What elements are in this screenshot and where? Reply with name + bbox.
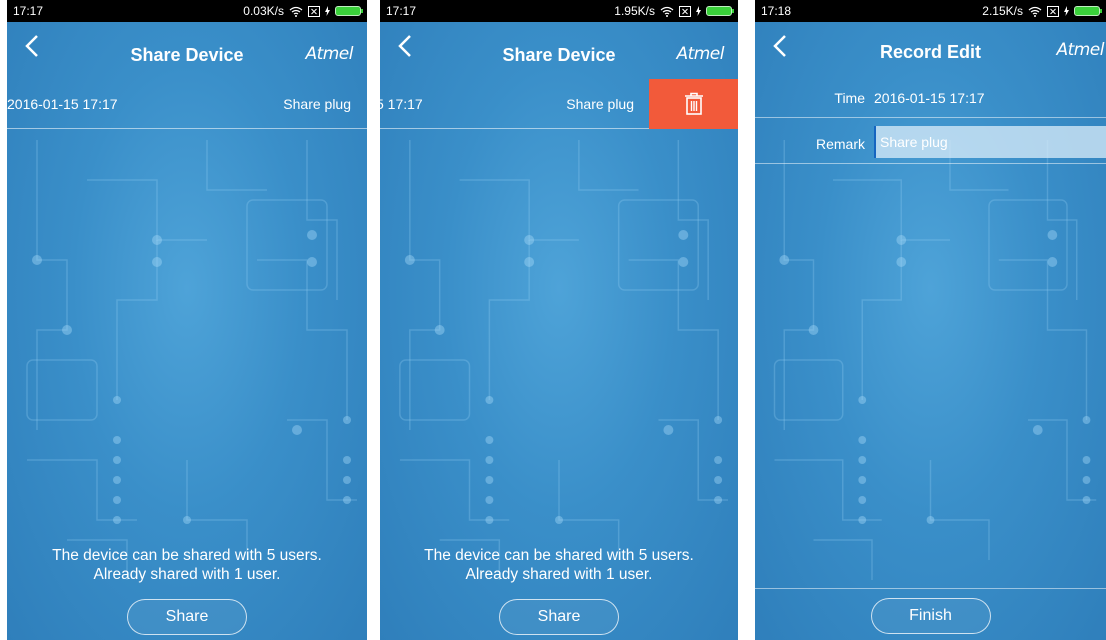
delete-button[interactable] [649, 79, 738, 129]
share-device-screen: 17:17 0.03K/s Share Device Atmel 2016-01… [7, 0, 367, 640]
network-speed: 2.15K/s [982, 4, 1023, 18]
navigation-bar: Record Edit Atmel [755, 22, 1106, 70]
remark-input[interactable] [874, 126, 1106, 158]
battery-icon [706, 6, 734, 16]
atmel-logo: Atmel [305, 44, 353, 64]
share-device-swipe-screen: 17:17 1.95K/s Share Device Atmel 5 17:17… [380, 0, 738, 640]
atmel-logo: Atmel [676, 44, 724, 64]
share-record-row[interactable]: 5 17:17 Share plug [380, 79, 738, 129]
share-button[interactable]: Share [499, 599, 619, 635]
share-button[interactable]: Share [127, 599, 247, 635]
status-time: 17:18 [761, 4, 792, 18]
shared-count-text: Already shared with 1 user. [93, 566, 281, 583]
share-record-row[interactable]: 2016-01-15 17:17 Share plug [7, 79, 367, 129]
navigation-bar: Share Device Atmel [380, 22, 738, 70]
trash-icon [684, 92, 703, 115]
share-info: The device can be shared with 5 users. A… [380, 546, 738, 584]
page-title: Record Edit [879, 42, 981, 62]
finish-button[interactable]: Finish [870, 598, 991, 634]
share-limit-text: The device can be shared with 5 users. [52, 547, 322, 564]
charging-icon [696, 6, 701, 16]
status-bar: 17:17 1.95K/s [380, 0, 738, 22]
share-info: The device can be shared with 5 users. A… [7, 546, 367, 584]
status-bar: 17:17 0.03K/s [7, 0, 367, 22]
wifi-icon [660, 6, 674, 17]
sim-icon [1047, 5, 1059, 17]
sim-icon [679, 5, 691, 17]
battery-icon [335, 6, 363, 16]
record-remark: Share plug [566, 96, 634, 112]
record-remark: Share plug [283, 96, 351, 112]
status-bar: 17:18 2.15K/s [755, 0, 1106, 22]
charging-icon [1064, 6, 1069, 16]
status-time: 17:17 [13, 4, 44, 18]
record-time: 5 17:17 [380, 96, 423, 112]
atmel-logo: Atmel [1056, 40, 1104, 60]
time-label: Time [834, 90, 865, 106]
sim-icon [308, 5, 320, 17]
remark-label: Remark [815, 136, 865, 152]
time-row: Time 2016-01-15 17:17 [755, 78, 1106, 118]
record-edit-screen: 17:18 2.15K/s Record Edit Atmel Time 201… [755, 0, 1106, 640]
battery-icon [1074, 6, 1102, 16]
divider [755, 588, 1106, 589]
network-speed: 0.03K/s [243, 4, 284, 18]
status-time: 17:17 [386, 4, 417, 18]
navigation-bar: Share Device Atmel [7, 22, 367, 70]
record-time: 2016-01-15 17:17 [7, 96, 118, 112]
wifi-icon [1028, 6, 1042, 17]
share-limit-text: The device can be shared with 5 users. [424, 547, 694, 564]
wifi-icon [289, 6, 303, 17]
time-value: 2016-01-15 17:17 [874, 90, 985, 106]
network-speed: 1.95K/s [614, 4, 655, 18]
shared-count-text: Already shared with 1 user. [465, 566, 653, 583]
charging-icon [325, 6, 330, 16]
remark-row: Remark [755, 124, 1106, 164]
